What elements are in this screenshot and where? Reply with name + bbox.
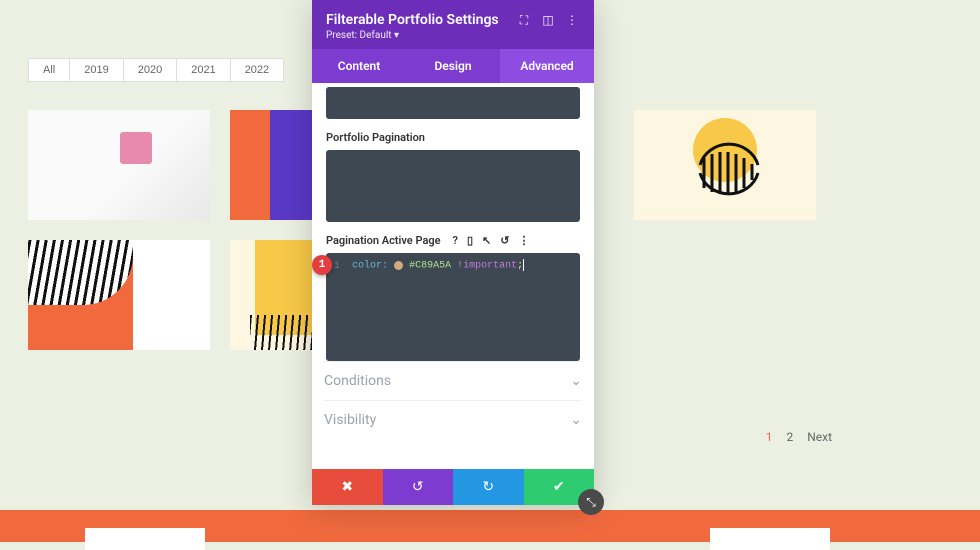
settings-panel: Filterable Portfolio Settings ⛶ ◫ ⋮ Pres… xyxy=(312,0,594,505)
columns-icon[interactable]: ◫ xyxy=(540,13,556,27)
accordion-conditions[interactable]: Conditions ⌄ xyxy=(324,361,582,400)
text-cursor xyxy=(523,259,524,271)
portfolio-item[interactable] xyxy=(28,110,210,220)
panel-tabs: Content Design Advanced xyxy=(312,49,594,83)
filter-all[interactable]: All xyxy=(28,58,70,82)
accordion-visibility[interactable]: Visibility ⌄ xyxy=(324,400,582,439)
tab-advanced[interactable]: Advanced xyxy=(500,49,594,83)
more-icon[interactable]: ⋮ xyxy=(518,234,529,247)
cancel-button[interactable]: ✖ xyxy=(312,469,383,505)
mobile-icon[interactable]: ▯ xyxy=(467,234,473,247)
page-1[interactable]: 1 xyxy=(766,430,773,444)
filter-2021[interactable]: 2021 xyxy=(177,58,230,82)
label-pagination-active-page: Pagination Active Page ? ▯ ↖ ↺ ⋮ xyxy=(326,234,580,247)
chevron-down-icon: ⌄ xyxy=(570,412,582,428)
code-property: color: xyxy=(352,261,388,272)
step-marker: 1 xyxy=(312,255,332,275)
filter-2020[interactable]: 2020 xyxy=(124,58,177,82)
resize-handle[interactable]: ⤡ xyxy=(578,489,604,515)
line-number: 1 xyxy=(334,261,346,272)
css-input-pagination-active[interactable]: 1 1 color: #C89A5A !important; xyxy=(326,253,580,361)
page-next[interactable]: Next xyxy=(807,430,832,444)
css-input-prev[interactable] xyxy=(326,87,580,119)
expand-icon[interactable]: ⛶ xyxy=(516,13,532,28)
hover-icon[interactable]: ↖ xyxy=(482,234,491,247)
label-portfolio-pagination: Portfolio Pagination xyxy=(326,131,580,144)
tab-design[interactable]: Design xyxy=(406,49,500,83)
accordion-label: Conditions xyxy=(324,373,391,389)
filter-2022[interactable]: 2022 xyxy=(231,58,284,82)
panel-title: Filterable Portfolio Settings xyxy=(326,12,508,28)
accordion-label: Visibility xyxy=(324,412,376,428)
redo-button[interactable]: ↻ xyxy=(453,469,524,505)
portfolio-item[interactable] xyxy=(634,110,816,220)
pagination: 1 2 Next xyxy=(766,430,832,444)
preset-dropdown[interactable]: Preset: Default ▾ xyxy=(326,30,580,41)
page-2[interactable]: 2 xyxy=(786,430,793,444)
reset-icon[interactable]: ↺ xyxy=(500,234,509,247)
filter-2019[interactable]: 2019 xyxy=(70,58,123,82)
more-icon[interactable]: ⋮ xyxy=(564,13,580,27)
help-icon[interactable]: ? xyxy=(453,234,458,247)
code-important: !important xyxy=(457,261,517,272)
panel-body: Portfolio Pagination Pagination Active P… xyxy=(312,83,594,469)
footer-section xyxy=(0,510,980,542)
code-hex: #C89A5A xyxy=(409,261,451,272)
panel-actions: ✖ ↺ ↻ ✔ xyxy=(312,469,594,505)
css-input-portfolio-pagination[interactable] xyxy=(326,150,580,222)
color-swatch-icon xyxy=(394,261,403,270)
chevron-down-icon: ⌄ xyxy=(570,373,582,389)
tab-content[interactable]: Content xyxy=(312,49,406,83)
portfolio-item[interactable] xyxy=(28,240,210,350)
sun-illustration xyxy=(670,110,780,220)
undo-button[interactable]: ↺ xyxy=(383,469,454,505)
portfolio-filter-row: All 2019 2020 2021 2022 xyxy=(28,58,284,82)
panel-header[interactable]: Filterable Portfolio Settings ⛶ ◫ ⋮ Pres… xyxy=(312,0,594,49)
